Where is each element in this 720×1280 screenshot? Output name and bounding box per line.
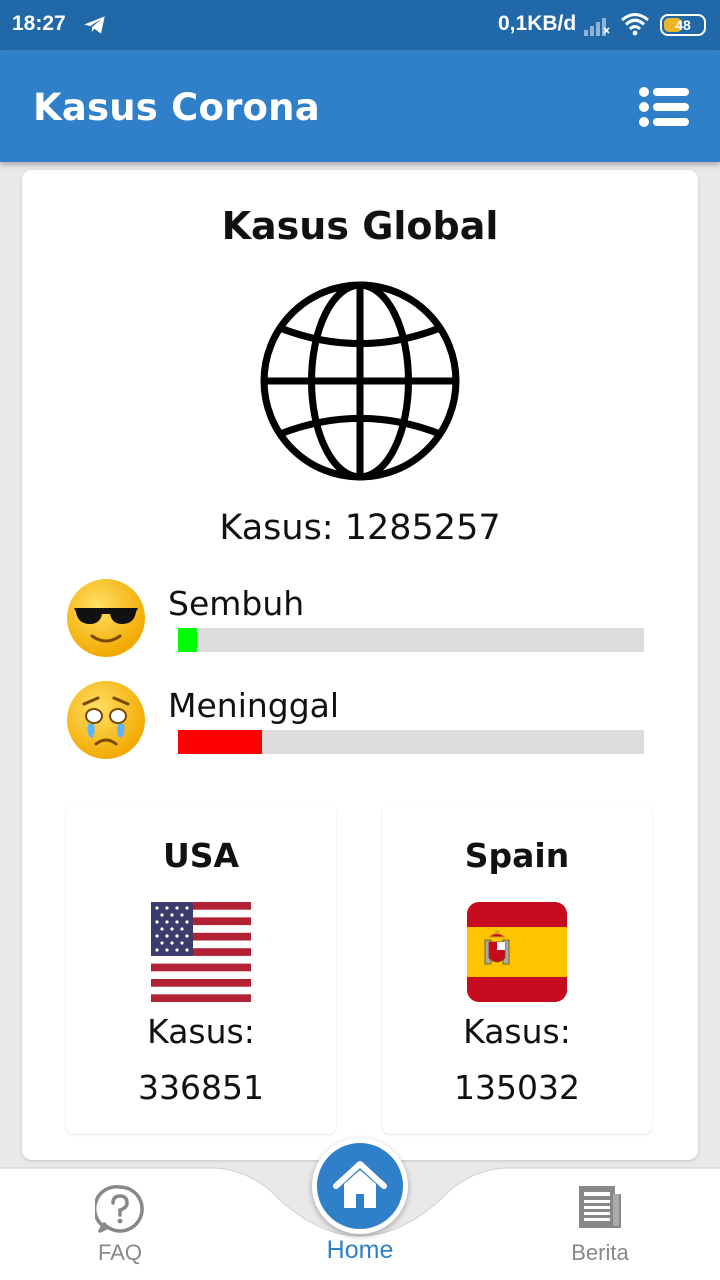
- battery-icon: 48: [660, 14, 706, 36]
- recovered-progress-track: [178, 628, 644, 652]
- nav-berita-label: Berita: [571, 1240, 629, 1265]
- recovered-progress-bar: [178, 628, 197, 652]
- deaths-label: Meninggal: [168, 686, 340, 725]
- global-heading: Kasus Global: [221, 204, 499, 248]
- country-cases-value: 336851: [138, 1068, 264, 1107]
- nav-home-label: Home: [326, 1236, 394, 1264]
- nav-berita[interactable]: Berita: [550, 1160, 650, 1280]
- country-cases-label: Kasus:: [147, 1012, 255, 1051]
- network-speed: 0,1KB/d: [498, 12, 577, 35]
- nav-faq-label: FAQ: [97, 1240, 142, 1265]
- newspaper-icon: [579, 1186, 621, 1228]
- recovered-stat: Sembuh: [66, 578, 646, 658]
- status-time: 18:27: [12, 12, 66, 35]
- question-icon: [95, 1184, 144, 1233]
- global-total-cases: Kasus: 1285257: [219, 508, 501, 548]
- globe-icon: [260, 281, 460, 481]
- deaths-progress-track: [178, 730, 644, 754]
- status-bar: 18:27 0,1KB/d 48: [0, 0, 720, 50]
- country-name: Spain: [464, 836, 570, 875]
- spain-flag-icon: [467, 902, 567, 1002]
- deaths-stat: Meninggal: [66, 680, 646, 760]
- sunglasses-emoji-icon: [67, 579, 145, 657]
- recovered-label: Sembuh: [168, 584, 305, 623]
- nav-home[interactable]: Home: [300, 1160, 420, 1280]
- crying-emoji-icon: [67, 681, 145, 759]
- signal-icon: [584, 18, 610, 36]
- battery-level: 48: [675, 17, 691, 33]
- wifi-icon: [621, 13, 649, 36]
- country-cases-value: 135032: [454, 1068, 580, 1107]
- app-title: Kasus Corona: [33, 86, 320, 129]
- telegram-icon: [84, 16, 105, 34]
- country-card-usa[interactable]: USA Kasus: 336851: [66, 804, 336, 1134]
- country-name: USA: [162, 836, 240, 875]
- deaths-progress-bar: [178, 730, 262, 754]
- country-card-spain[interactable]: Spain Kasus: 135032: [382, 804, 652, 1134]
- usa-flag-icon: [151, 902, 251, 1002]
- app-bar: Kasus Corona: [0, 50, 720, 162]
- list-menu-icon[interactable]: [638, 86, 690, 128]
- nav-faq[interactable]: FAQ: [70, 1160, 170, 1280]
- global-cases-card: Kasus Global Kasus: 1285257 Sembuh Menin…: [22, 170, 698, 1160]
- bottom-navigation: FAQ Home Berita: [0, 1138, 720, 1280]
- country-cases-label: Kasus:: [463, 1012, 571, 1051]
